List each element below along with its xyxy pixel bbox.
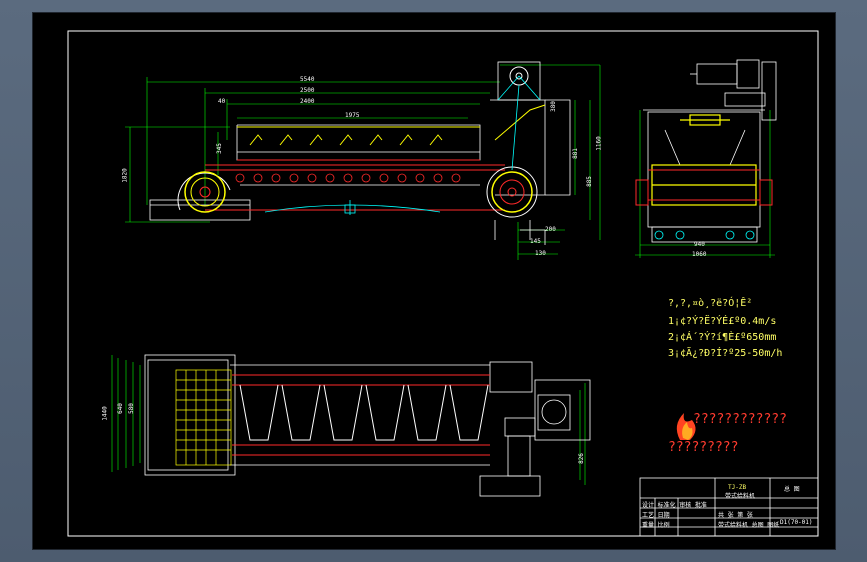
dim-2500: 2500 [300,87,315,94]
head-drum [486,66,541,218]
tb-sheet-label: 总 图 [784,486,800,493]
dim-1060: 1060 [692,251,707,258]
dim-40: 40 [218,98,226,105]
end-view [635,59,777,258]
spec-title: ?,?,¤ò¸?ë?Ó¦Ê² [668,298,753,309]
dim-881: 881 [571,148,579,159]
drawing-border [67,30,819,537]
dim-145: 145 [530,238,541,245]
tail-drum [177,171,231,213]
tb-drawing-no: TJ-ZB [728,484,747,491]
side-view [125,61,601,260]
dim-1160: 1160 [595,136,603,151]
spec-belt-width: 2¡¢Á´?Ý?í¶È£º650mm [668,332,777,343]
plan-view [111,354,591,497]
spec-belt-speed: 1¡¢?Ý?Ë?ÝÉ£º0.4m/s [668,316,777,327]
top-dimensions [125,64,601,260]
idler-rollers [235,173,461,183]
dim-580: 580 [127,403,135,414]
tb-sub: 带式给料机 总图 图纸 [718,522,780,529]
dim-1975: 1975 [345,112,360,119]
dim-380: 380 [549,101,557,112]
logo-bottom-text: ????????? [668,440,739,455]
logo-top-text: ???????????? [693,412,787,427]
dim-885: 885 [585,176,593,187]
tb-row2: 工艺 日期 [642,512,670,519]
return-arcs [264,200,441,215]
dim-2400: 2400 [300,98,315,105]
dim-5540: 5540 [300,76,315,83]
dim-640: 640 [116,403,124,414]
tb-row1: 设计 标准化 审核 批准 [642,502,707,509]
dim-1440: 1440 [101,406,109,421]
dim-826: 826 [577,453,585,464]
frame-outline [149,61,571,221]
dim-940: 940 [694,241,705,248]
tb-mid: 共 张 第 张 [718,512,753,519]
tb-code: D1(70-01) [780,519,813,526]
dim-200: 200 [545,226,556,233]
tb-row3: 重量 比例 [642,522,670,529]
tb-title: 带式给料机 [725,493,756,500]
dim-345: 345 [215,143,223,154]
dim-130: 130 [535,250,546,257]
spec-capacity: 3¡¢Ã¿?Ð?Í?º25-50m/h [668,348,783,359]
dim-1820: 1820 [121,168,129,183]
cad-drawing[interactable] [0,0,867,562]
